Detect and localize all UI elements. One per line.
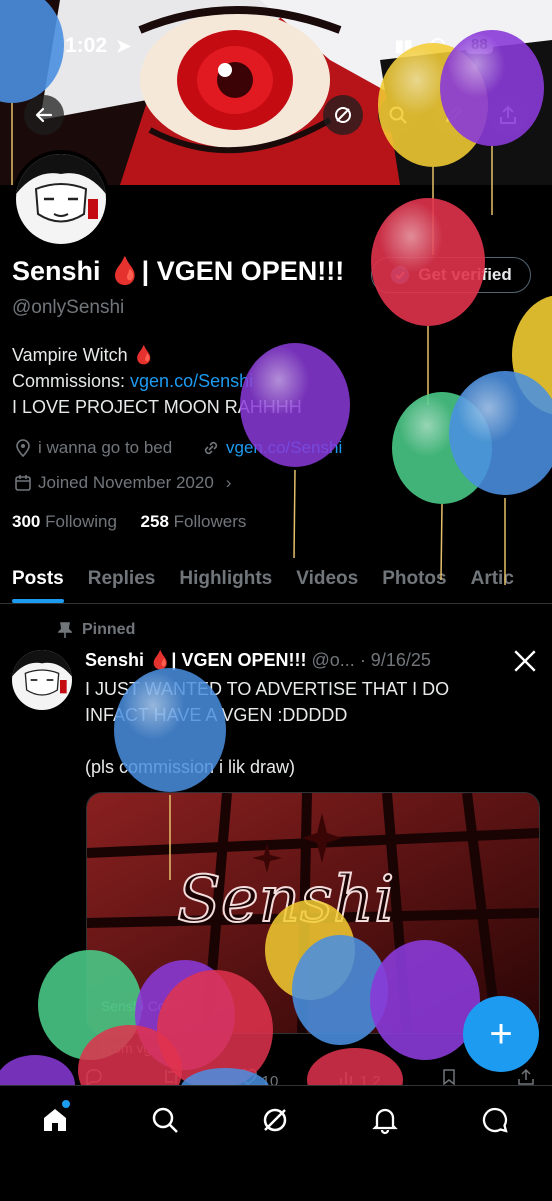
share-icon — [500, 105, 516, 124]
nav-notifications[interactable] — [365, 1100, 405, 1140]
grok-button[interactable] — [323, 95, 363, 135]
tab-photos[interactable]: Photos — [370, 555, 458, 603]
card-domain[interactable]: From vgen.co — [100, 1040, 186, 1056]
profile-avatar[interactable] — [12, 150, 110, 248]
bio-line-1: Vampire Witch 🩸 — [12, 345, 156, 365]
author-avatar-image — [12, 650, 72, 710]
post-author-handle[interactable]: @o... — [312, 650, 355, 670]
calendar-icon — [15, 475, 31, 491]
bio-commissions-link[interactable]: vgen.co/Senshi — [130, 371, 253, 391]
display-name: Senshi 🩸| VGEN OPEN!!! — [12, 256, 345, 286]
bio-commissions-label: Commissions: — [12, 371, 131, 391]
grok-icon — [263, 1108, 287, 1132]
compose-button[interactable]: + — [463, 996, 539, 1072]
grok-icon — [335, 107, 351, 123]
verified-badge-icon — [391, 266, 410, 284]
get-verified-label: Get verified — [418, 265, 512, 284]
avatar-image — [16, 154, 106, 244]
edit-button[interactable] — [433, 95, 473, 135]
post-text: I JUST WANTED TO ADVERTISE THAT I DO INF… — [85, 676, 535, 780]
nav-grok[interactable] — [255, 1100, 295, 1140]
home-icon — [44, 1109, 66, 1131]
post-media-card[interactable]: Senshi Senshi Comm... — [86, 792, 540, 1034]
profile-website[interactable]: vgen.co/Senshi — [202, 438, 342, 458]
bell-icon — [372, 1108, 398, 1135]
location-icon — [16, 439, 30, 457]
pencil-icon — [445, 105, 463, 123]
tab-videos[interactable]: Videos — [284, 555, 370, 603]
follow-stats: 300 Following 258 Followers — [12, 512, 246, 532]
post-text-line-2: INFACT HAVE A VGEN :DDDDD — [85, 705, 348, 725]
repost-icon — [165, 1070, 177, 1084]
bio-line-3: I LOVE PROJECT MOON RAHHHH — [12, 397, 302, 417]
location-arrow-icon: ➤ — [116, 36, 132, 56]
post-text-line-3: (pls commission i lik draw) — [85, 757, 296, 777]
back-button[interactable] — [24, 95, 64, 135]
status-time: 1:02 — [65, 34, 108, 57]
followers-label: Followers — [173, 512, 247, 531]
balloon-green-mid — [392, 392, 492, 581]
post-author-name[interactable]: Senshi 🩸| VGEN OPEN!!! — [85, 650, 306, 670]
get-verified-button[interactable]: Get verified — [371, 257, 531, 293]
home-notification-dot — [62, 1100, 70, 1108]
post-menu-button[interactable] — [512, 648, 538, 679]
media-title-text: Senshi — [176, 862, 395, 938]
profile-joined[interactable]: Joined November 2020 › — [14, 473, 231, 493]
status-bar: 1:02 ➤ ▮▮ ◠ 88 — [0, 0, 552, 60]
reply-icon — [86, 1069, 102, 1087]
pinned-indicator: Pinned — [58, 621, 135, 639]
search-icon — [389, 106, 407, 124]
tab-posts[interactable]: Posts — [0, 555, 76, 603]
pin-icon — [58, 622, 72, 638]
profile-handle: @onlySenshi — [12, 297, 125, 318]
website-link[interactable]: vgen.co/Senshi — [226, 438, 342, 458]
plus-icon: + — [489, 1011, 513, 1056]
post-header: Senshi 🩸| VGEN OPEN!!! @o... · 9/16/25 — [85, 650, 431, 671]
nav-explore[interactable] — [145, 1100, 185, 1140]
share-icon — [518, 1068, 534, 1085]
following-label: Following — [45, 512, 117, 531]
post-author-avatar[interactable] — [12, 650, 72, 710]
signal-icon: ▮▮ — [395, 38, 413, 55]
search-icon — [152, 1107, 178, 1133]
chevron-right-icon: › — [225, 473, 232, 492]
battery-indicator: 88 — [466, 35, 493, 54]
tab-replies[interactable]: Replies — [76, 555, 168, 603]
profile-bio: Vampire Witch 🩸 Commissions: vgen.co/Sen… — [12, 342, 512, 420]
heart-icon — [239, 1068, 258, 1085]
post-text-line-1: I JUST WANTED TO ADVERTISE THAT I DO — [85, 679, 450, 699]
tab-highlights[interactable]: Highlights — [167, 555, 284, 603]
post-date[interactable]: · 9/16/25 — [360, 650, 431, 670]
search-button[interactable] — [378, 95, 418, 135]
following-link[interactable]: 300 Following — [12, 512, 117, 531]
media-card-caption: Senshi Comm... — [101, 998, 201, 1014]
followers-link[interactable]: 258 Followers — [141, 512, 247, 531]
profile-location: i wanna go to bed — [14, 438, 172, 458]
balloon-yellow-right — [512, 295, 552, 415]
tab-articles[interactable]: Artic — [459, 555, 526, 603]
link-icon — [204, 441, 218, 455]
bio-line-2: Commissions: vgen.co/Senshi — [12, 368, 512, 394]
profile-tabs: Posts Replies Highlights Videos Photos A… — [0, 555, 552, 604]
x-logo-icon — [514, 650, 536, 672]
followers-count: 258 — [140, 512, 169, 531]
joined-text: Joined November 2020 — [38, 473, 214, 492]
message-icon — [482, 1107, 508, 1133]
views-icon — [339, 1072, 352, 1084]
wifi-icon: ◠ — [430, 34, 446, 54]
back-arrow-icon — [35, 107, 53, 123]
share-button[interactable] — [488, 95, 528, 135]
bookmark-icon — [443, 1069, 455, 1086]
nav-messages[interactable] — [475, 1100, 515, 1140]
nav-home[interactable] — [35, 1100, 75, 1140]
location-text: i wanna go to bed — [38, 438, 173, 457]
following-count: 300 — [12, 512, 41, 531]
pinned-label: Pinned — [82, 621, 136, 638]
